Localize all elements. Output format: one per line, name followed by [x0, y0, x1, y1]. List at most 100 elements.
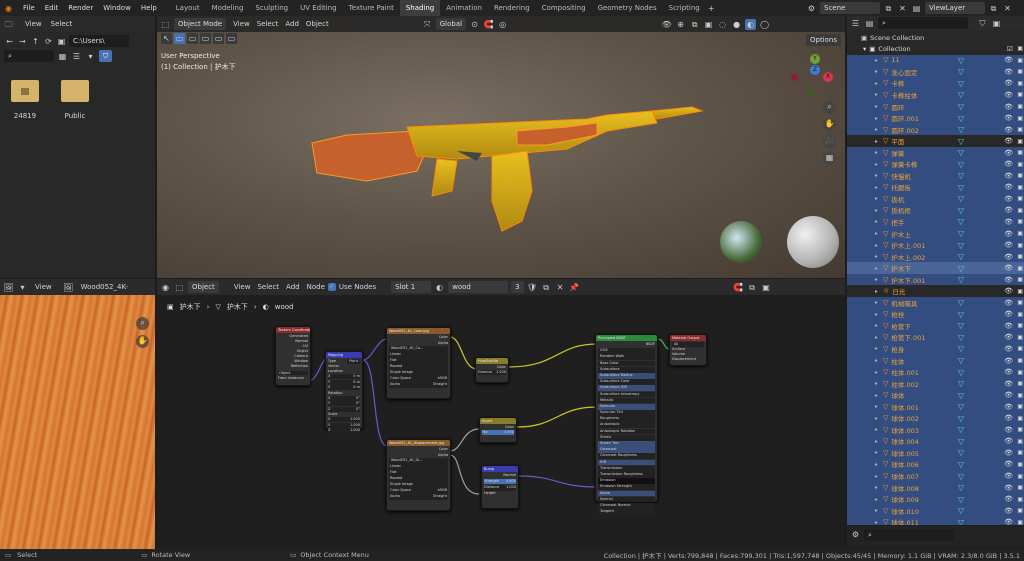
object-expand-icon[interactable]: ▸ [875, 438, 878, 445]
object-expand-icon[interactable]: ▸ [875, 276, 878, 283]
file-item[interactable]: 24819 [10, 80, 40, 120]
camera-icon[interactable]: ▣ [1017, 161, 1023, 168]
outliner-row[interactable]: ▸ ▽ 球体.010 ▽ 👁 ▣ [847, 504, 1024, 517]
outliner-row[interactable]: ▸ ▽ 球体.009 ▽ 👁 ▣ [847, 493, 1024, 505]
image-property[interactable]: Color Space sRGB [389, 376, 448, 382]
outliner-row[interactable]: ▸ ▽ 弹簧卡榫 ▽ 👁 ▣ [847, 158, 1024, 171]
camera-icon[interactable]: ▣ [1017, 392, 1023, 399]
gizmo-neg-y[interactable] [807, 88, 814, 95]
eye-icon[interactable]: 👁 [1004, 172, 1013, 180]
eye-icon[interactable]: 👁 [1004, 56, 1013, 64]
workspace-tab[interactable]: Compositing [536, 0, 592, 16]
object-expand-icon[interactable]: ▸ [875, 80, 878, 87]
bsdf-input[interactable]: Clearcoat Normal [598, 502, 655, 509]
vector-field[interactable]: Z 1.000 [328, 428, 360, 433]
eye-icon[interactable]: 👁 [1004, 218, 1013, 226]
principled-bsdf-node[interactable]: Principled BSDF BSDF GGX Random Walk Base … [595, 334, 658, 515]
workspace-tab[interactable]: Modeling [206, 0, 250, 16]
strength-value[interactable]: 0.600 [506, 479, 516, 485]
eye-icon[interactable]: 👁 [1004, 241, 1013, 249]
vector-field[interactable]: Z 0° [328, 406, 360, 412]
workspace-tab[interactable]: Shading [399, 0, 441, 16]
material-output-node[interactable]: Material Output All Surface Volume Displac… [669, 334, 707, 366]
property-value[interactable]: Straight [433, 382, 447, 388]
eye-icon[interactable]: 👁 [1004, 276, 1013, 284]
overlay-icon[interactable]: ⧉ [689, 19, 700, 30]
object-expand-icon[interactable]: ▸ [875, 242, 878, 249]
image-property[interactable]: Repeat [389, 476, 448, 482]
bsdf-input[interactable]: Specular [598, 403, 655, 410]
image-property[interactable]: Color Space sRGB [389, 488, 448, 494]
eye-icon[interactable]: 👁 [1004, 495, 1013, 503]
outliner-row[interactable]: ▸ ▽ 球体.006 ▽ 👁 ▣ [847, 458, 1024, 471]
display-mode-icon[interactable]: ▤ [864, 18, 875, 29]
axis-value[interactable]: 1.000 [350, 417, 360, 422]
menu-item[interactable]: Help [136, 4, 162, 12]
camera-icon[interactable]: ▣ [1017, 415, 1023, 422]
axis-value[interactable]: 0 m [353, 374, 360, 379]
axis-value[interactable]: 0° [356, 396, 360, 401]
axis-value[interactable]: 1.000 [350, 428, 360, 433]
editor-type-icon[interactable]: 🗀 [3, 19, 14, 30]
eye-icon[interactable]: 👁 [1004, 68, 1013, 76]
forward-icon[interactable]: → [17, 36, 28, 47]
workspace-tab[interactable]: Scripting [663, 0, 706, 16]
object-expand-icon[interactable]: ▸ [875, 415, 878, 422]
eye-icon[interactable]: 👁 [1004, 322, 1013, 330]
outliner-row[interactable]: ▸ ▽ 扳机 ▽ 👁 ▣ [847, 193, 1024, 205]
axis-value[interactable]: 0° [356, 407, 360, 412]
eye-icon[interactable]: 👁 [1004, 368, 1013, 376]
display-settings-icon[interactable]: ▾ [85, 51, 96, 62]
eye-icon[interactable]: 👁 [1004, 449, 1013, 457]
bsdf-input[interactable]: Emission [598, 478, 655, 484]
bsdf-input[interactable]: Random Walk [598, 354, 655, 361]
object-expand-icon[interactable]: ▸ [875, 507, 878, 514]
eye-icon[interactable]: 👁 [1004, 91, 1013, 99]
editor-type-icon[interactable]: ⬚ [160, 19, 171, 30]
bsdf-input[interactable]: Clearcoat [598, 447, 655, 453]
bsdf-input[interactable]: Clearcoat Roughness [598, 453, 655, 460]
outliner-row[interactable]: ▸ ▽ 托腮板 ▽ 👁 ▣ [847, 181, 1024, 194]
camera-icon[interactable]: ▣ [1017, 195, 1023, 202]
outliner-row[interactable]: ▸ ▽ 圆环 ▽ 👁 ▣ [847, 100, 1024, 113]
outliner-row[interactable]: ▸ ▽ 准心固定 ▽ 👁 ▣ [847, 66, 1024, 78]
camera-icon[interactable]: ▣ [1017, 484, 1023, 491]
object-expand-icon[interactable]: ▸ [875, 172, 878, 179]
object-expand-icon[interactable]: ▸ [875, 426, 878, 433]
eye-icon[interactable]: 👁 [1004, 160, 1013, 168]
zoom-icon[interactable]: ⌕ [136, 317, 149, 330]
camera-icon[interactable]: ▣ [1017, 322, 1023, 329]
camera-icon[interactable]: ▣ [1017, 426, 1023, 433]
menu-add[interactable]: Add [285, 20, 299, 28]
menu-select[interactable]: Select [51, 20, 73, 28]
outliner-row[interactable]: ▸ ▽ 护木上.001 ▽ 👁 ▣ [847, 239, 1024, 251]
bsdf-input[interactable]: Subsurface IOR [598, 385, 655, 392]
bsdf-input[interactable]: Metallic [598, 397, 655, 404]
camera-icon[interactable]: ▣ [1017, 115, 1023, 122]
snap-icon[interactable]: 🧲 [483, 19, 494, 30]
camera-icon[interactable]: ▣ [1017, 357, 1023, 364]
vector-field[interactable]: X 1.000 [328, 417, 360, 422]
bsdf-input[interactable]: Alpha [598, 490, 655, 497]
gizmo-y-axis[interactable]: Y [810, 54, 820, 64]
eye-icon[interactable]: 👁 [1004, 518, 1013, 525]
object-expand-icon[interactable]: ▸ [875, 334, 878, 341]
outliner-row[interactable]: ▸ ▽ 护木上.002 ▽ 👁 ▣ [847, 250, 1024, 263]
eye-icon[interactable]: 👁 [1004, 403, 1013, 411]
camera-icon[interactable]: ▣ [1017, 103, 1023, 110]
image-file-field[interactable]: Wood052_4K_Co... [389, 346, 448, 352]
list-view-icon[interactable]: ☰ [71, 51, 82, 62]
camera-icon[interactable]: ▣ [1017, 45, 1023, 52]
proportional-icon[interactable]: ◎ [497, 19, 508, 30]
alpha-output[interactable]: Alpha [438, 453, 448, 457]
select-intersect-icon[interactable]: ▭ [226, 33, 237, 44]
color-output[interactable]: Color [439, 447, 448, 451]
object-expand-icon[interactable]: ▸ [875, 449, 878, 456]
camera-icon[interactable]: ▣ [1017, 369, 1023, 376]
outliner-row[interactable]: ▸ ▽ 圆环.001 ▽ 👁 ▣ [847, 112, 1024, 124]
camera-icon[interactable]: ▣ [1017, 473, 1023, 480]
node-editor[interactable]: ◉ ⬚ Object View Select Add Node ✓ Use No… [157, 279, 845, 549]
camera-icon[interactable]: ▣ [1017, 68, 1023, 75]
camera-icon[interactable]: ▣ [1017, 288, 1023, 295]
object-expand-icon[interactable]: ▸ [875, 519, 878, 525]
